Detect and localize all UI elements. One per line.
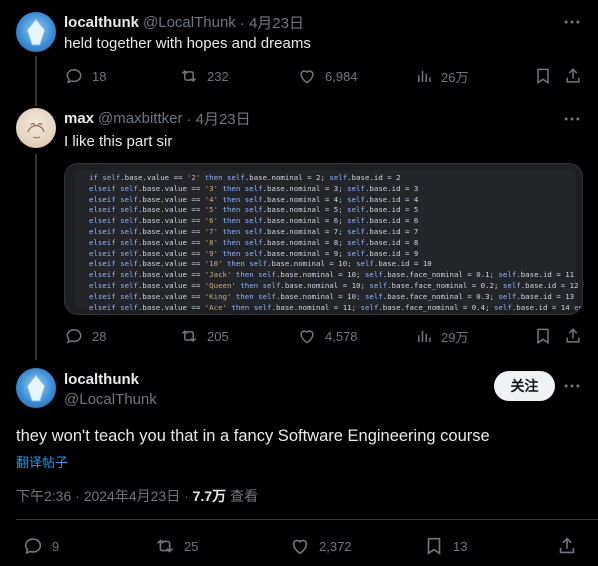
repost-icon <box>181 69 197 83</box>
repost-button[interactable]: 25 <box>154 535 198 557</box>
code-line: elseif self.base.value == 'Ace' then sel… <box>89 302 583 312</box>
reply-button[interactable]: 9 <box>22 535 59 557</box>
like-button[interactable]: 6,984 <box>297 66 358 86</box>
repost-icon <box>181 329 197 343</box>
reply-icon <box>24 538 42 555</box>
code-line: elseif self.base.value == '4' then self.… <box>89 194 419 204</box>
views-count: 29万 <box>441 329 469 345</box>
avatar[interactable] <box>16 12 56 52</box>
code-line: elseif self.base.value == '7' then self.… <box>89 227 419 236</box>
views-count: 26万 <box>441 69 469 85</box>
reply-icon <box>66 68 82 84</box>
reply-button[interactable]: 28 <box>64 326 106 346</box>
like-button[interactable]: 4,578 <box>297 326 358 346</box>
code-screenshot-image[interactable]: if self.base.value == '2' then self.base… <box>64 163 583 315</box>
author-name[interactable]: max <box>64 110 94 127</box>
share-icon <box>566 328 580 343</box>
views-button[interactable]: 26万 <box>415 66 468 86</box>
divider <box>16 519 598 520</box>
more-options-button[interactable] <box>562 376 582 396</box>
author-handle[interactable]: @maxbittker <box>98 110 182 127</box>
reply-button[interactable]: 18 <box>64 66 106 86</box>
code-line: elseif self.base.value == '9' then self.… <box>89 248 419 258</box>
more-options-button[interactable] <box>562 12 582 32</box>
share-icon <box>566 68 580 83</box>
author-name[interactable]: localthunk <box>64 371 139 388</box>
like-count: 6,984 <box>325 68 358 84</box>
author-handle[interactable]: @LocalThunk <box>143 14 236 31</box>
share-button[interactable] <box>563 326 583 346</box>
share-button[interactable] <box>556 535 578 557</box>
code-line: elseif self.base.value == '10' then self… <box>89 259 432 269</box>
views-icon <box>418 70 431 82</box>
follow-button[interactable]: 关注 <box>494 371 555 401</box>
code-line: elseif self.base.value == 'King' then se… <box>89 291 575 301</box>
post-date-link[interactable]: 下午2:36 · 2024年4月23日 · <box>16 488 193 504</box>
like-count: 2,372 <box>319 538 352 554</box>
post-text: I like this part sir <box>64 133 173 150</box>
avatar[interactable] <box>16 368 56 408</box>
repost-count: 232 <box>207 68 229 84</box>
author-handle[interactable]: @LocalThunk <box>64 391 157 408</box>
views-label: 查看 <box>226 488 258 504</box>
views-count: 7.7万 <box>192 488 227 504</box>
author-name[interactable]: localthunk <box>64 14 139 31</box>
thread-connector <box>35 154 37 360</box>
avatar[interactable] <box>16 108 56 148</box>
code-line: elseif self.base.value == '3' then self.… <box>89 183 419 193</box>
code-line: elseif self.base.value == '6' then self.… <box>89 216 419 226</box>
post-time[interactable]: · 4月23日 <box>240 12 304 33</box>
share-button[interactable] <box>563 66 583 86</box>
reply-count: 28 <box>92 328 107 344</box>
share-icon <box>559 537 575 554</box>
bookmark-icon <box>427 537 441 555</box>
bookmark-button[interactable]: 13 <box>423 535 467 557</box>
code-editor: if self.base.value == '2' then self.base… <box>75 170 582 312</box>
code-line: elseif self.base.value == '8' then self.… <box>89 237 419 247</box>
code-line: if self.base.value == '2' then self.base… <box>89 173 401 182</box>
repost-button[interactable]: 232 <box>179 66 229 86</box>
views-icon <box>418 330 431 342</box>
repost-button[interactable]: 205 <box>179 326 229 346</box>
like-button[interactable]: 2,372 <box>289 535 352 557</box>
reply-count: 18 <box>92 68 107 84</box>
more-icon <box>564 384 580 388</box>
reply-count: 9 <box>52 538 60 554</box>
repost-count: 205 <box>207 328 229 344</box>
heart-icon <box>292 539 308 555</box>
reply-icon <box>66 328 82 344</box>
code-line: elseif self.base.value == 'Queen' then s… <box>89 281 579 290</box>
bookmark-count: 13 <box>453 538 468 554</box>
translate-post-link[interactable]: 翻译帖子 <box>16 452 68 471</box>
more-icon <box>564 117 580 121</box>
code-line: elseif self.base.value == '5' then self.… <box>89 205 419 215</box>
more-options-button[interactable] <box>562 109 582 129</box>
bookmark-button[interactable] <box>533 66 553 86</box>
more-icon <box>564 20 580 24</box>
views-button[interactable]: 29万 <box>415 326 468 346</box>
thread-connector <box>35 56 37 106</box>
post-text: held together with hopes and dreams <box>64 35 311 52</box>
code-line: elseif self.base.value == 'Jack' then se… <box>89 270 575 280</box>
repost-icon <box>157 539 173 553</box>
post-time[interactable]: · 4月23日 <box>186 108 250 129</box>
bookmark-button[interactable] <box>533 326 553 346</box>
heart-icon <box>300 330 314 344</box>
heart-icon <box>300 70 314 84</box>
repost-count: 25 <box>184 538 199 554</box>
post-text: they won't teach you that in a fancy Sof… <box>16 427 490 445</box>
like-count: 4,578 <box>325 328 358 344</box>
bookmark-icon <box>537 68 549 85</box>
bookmark-icon <box>537 328 549 345</box>
post-timestamp: 下午2:36 · 2024年4月23日 · 7.7万 查看 <box>16 486 258 506</box>
